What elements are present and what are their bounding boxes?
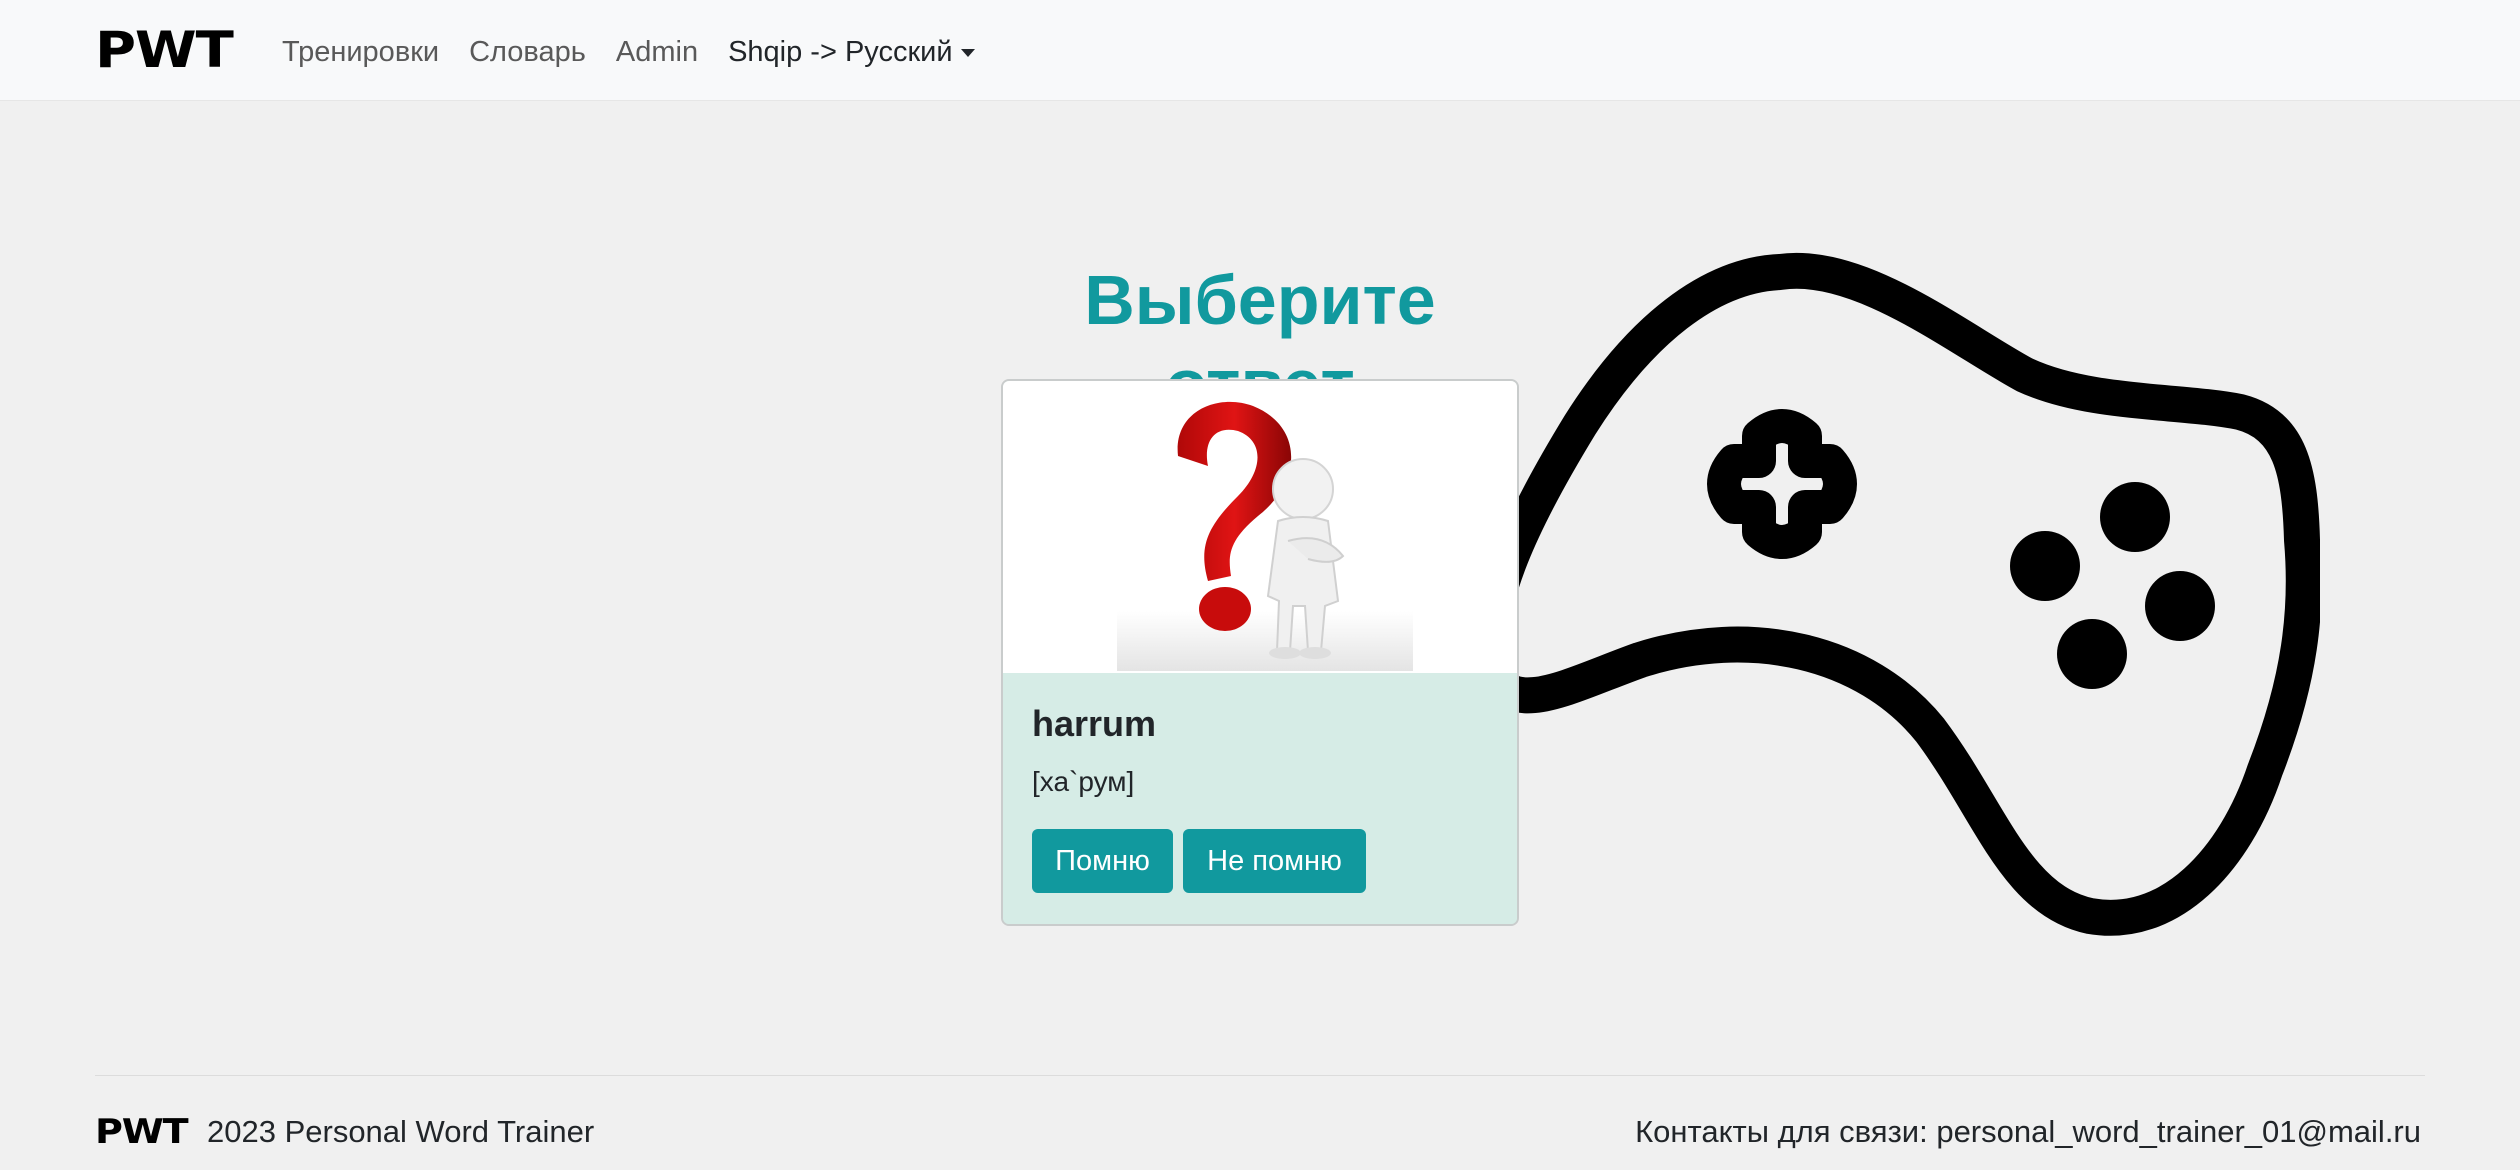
- word-transcription: [ха`рум]: [1032, 766, 1135, 797]
- nav-link-admin[interactable]: Admin: [616, 30, 698, 74]
- word-card: harrum [ха`рум] Помню Не помню: [1001, 379, 1519, 926]
- card-image: [1003, 381, 1517, 673]
- word-text: harrum: [1032, 703, 1157, 744]
- remember-button[interactable]: Помню: [1032, 829, 1173, 893]
- gamepad-icon: [1480, 252, 2320, 936]
- card-body: harrum [ха`рум] Помню Не помню: [1003, 673, 1517, 924]
- question-person-image: [1117, 401, 1413, 671]
- nav-link-trainings[interactable]: Тренировки: [282, 30, 439, 74]
- nav-links: Тренировки Словарь Admin Shqip -> Русски…: [282, 30, 975, 74]
- footer-copyright: 2023 Personal Word Trainer: [207, 1114, 595, 1149]
- footer-contacts: Контакты для связи: personal_word_traine…: [1635, 1114, 2421, 1149]
- footer-divider: [95, 1075, 2425, 1076]
- nav-link-dictionary[interactable]: Словарь: [469, 30, 586, 74]
- caret-down-icon: [960, 49, 975, 57]
- brand-logo[interactable]: PWT: [95, 22, 234, 78]
- language-dropdown[interactable]: Shqip -> Русский: [728, 30, 975, 74]
- navbar: PWT Тренировки Словарь Admin Shqip -> Ру…: [0, 0, 2520, 101]
- dont-remember-button[interactable]: Не помню: [1183, 829, 1366, 893]
- footer-logo: PWT: [95, 1112, 189, 1152]
- language-dropdown-label: Shqip -> Русский: [728, 36, 953, 68]
